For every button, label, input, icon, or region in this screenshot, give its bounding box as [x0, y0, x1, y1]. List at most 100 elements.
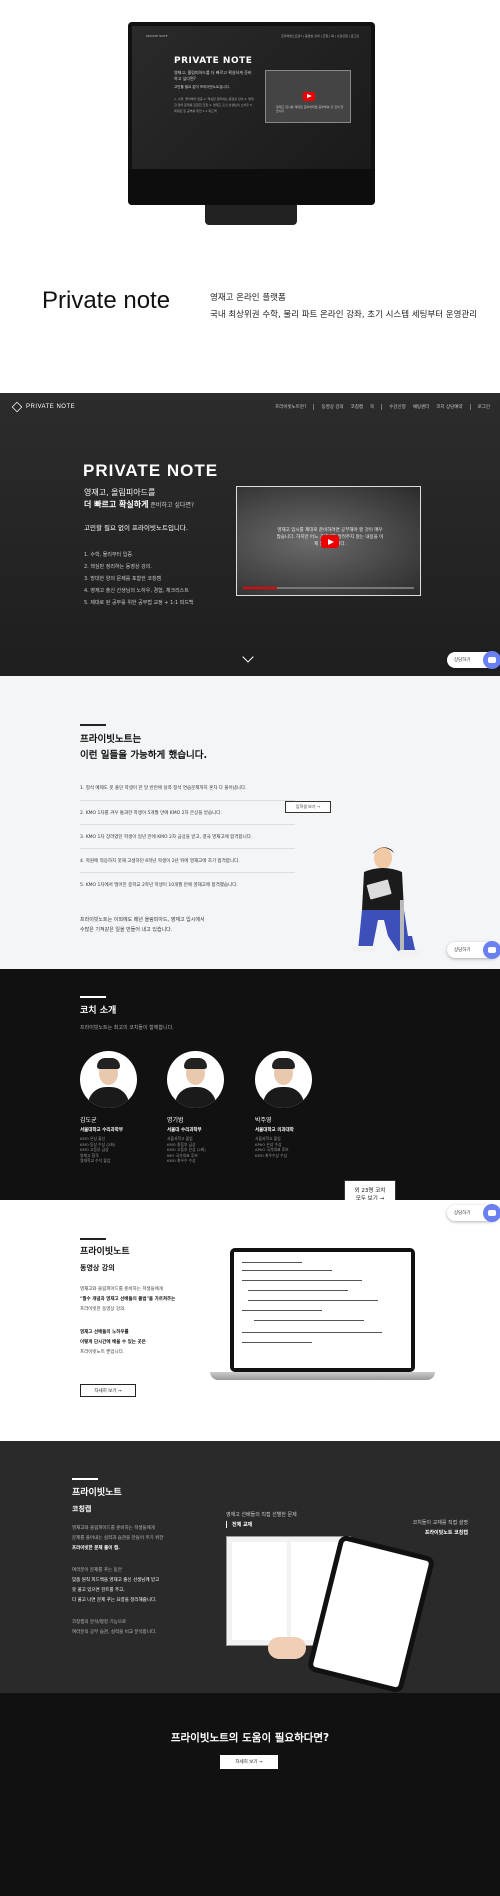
consult-label: 상담하기 [454, 948, 471, 953]
nav-divider [381, 404, 383, 410]
mini-video-caption: 영재고 입시를 제대로 준비하려면 공부해야 할 것이 많습니다 [276, 105, 344, 113]
coaching-desc: 코칭캡의 분석/평정 기능으로 [72, 1620, 127, 1625]
coaching-desc: 프라이빗한 문제 풀이 캡. [72, 1546, 120, 1551]
feature-label-strong: 전체 교재 [226, 1521, 252, 1528]
view-all-line-1: 외 23명 코치 [354, 1188, 386, 1194]
coach-name: 박주영 [255, 1117, 272, 1124]
list-item: 2. 핵심만 정리하는 동영상 강의. [84, 564, 152, 570]
achievements-title-2: 이런 일들을 가능하게 했습니다. [80, 750, 208, 761]
view-admissions-button[interactable]: 입학생 보기 → [285, 801, 331, 813]
monitor-stand [205, 205, 297, 225]
intro-title: Private note [42, 287, 171, 314]
coach-subtitle: 프라이빗노트는 최고의 코치들이 함께합니다. [80, 1025, 174, 1031]
achievements-title-1: 프라이빗노트는 [80, 734, 142, 745]
hero-tagline: 고민할 필요 없이 프라이빗노트입니다. [84, 524, 188, 532]
coach-school: 서울대학교 의과대학 [255, 1128, 294, 1133]
intro-line-1: 영재고 온라인 플랫폼 [210, 293, 286, 303]
video-progress-bar[interactable] [243, 587, 414, 589]
coach-name: 김도균 [80, 1117, 97, 1124]
lecture-whiteboard [234, 1252, 411, 1368]
achievements-list: 1. 정석 예제도 못 풀던 학생이 한 달 반만에 실력 정석 연습문제까지 … [80, 776, 295, 896]
chat-icon [483, 651, 500, 669]
consult-label: 상담하기 [454, 658, 471, 663]
play-icon[interactable] [321, 535, 339, 548]
monitor-chin [128, 169, 375, 205]
help-details-button[interactable]: 자세히 보기 → [220, 1755, 278, 1769]
nav-divider [313, 404, 315, 410]
feature-label: 코치들이 교재를 직접 설명 [412, 1520, 468, 1526]
hero-title: PRIVATE NOTE [83, 461, 219, 480]
chat-icon [483, 941, 500, 959]
nav-item-about[interactable]: 프라이빗노트란? [275, 404, 306, 410]
coach-card[interactable]: 명기범 서울대 수리과학부 서울과학고 졸업 KMO 중등부 금상 KMO 고등부 … [167, 1051, 247, 1164]
chevron-down-icon[interactable] [242, 651, 254, 663]
coach-name: 명기범 [167, 1117, 184, 1124]
play-icon [303, 92, 315, 101]
avatar [80, 1051, 137, 1108]
coaching-subtitle: 코칭캡 [72, 1505, 92, 1513]
coaching-desc: 다 풀고 나면 문제 푸는 요령을 정리해줍니다. [72, 1598, 157, 1603]
intro-section: Private note 영재고 온라인 플랫폼 국내 최상위권 수학, 물리 … [0, 245, 500, 393]
nav-item-coaching[interactable]: 코칭캠 [351, 404, 363, 410]
coach-title: 코치 소개 [80, 1006, 117, 1016]
lecture-desc: "필수 개념과 영재고 선배들의 풀법"을 가르쳐주는 [80, 1297, 176, 1302]
student-illustration [352, 847, 422, 956]
avatar [167, 1051, 224, 1108]
nav-item-lecture[interactable]: 동영상 강의 [321, 404, 343, 410]
nav-divider [469, 404, 471, 410]
laptop-mockup [210, 1248, 435, 1383]
coaching-desc: 여러분의 공부 습관, 실력을 비교 분석합니다. [72, 1630, 157, 1635]
consult-button[interactable]: 상담하기 [447, 941, 500, 959]
coach-credentials: 서울과학고 졸업 KPhO 은상 수상 APhO 국가대표 후보 KMO 최우수상 수… [255, 1136, 289, 1158]
mini-title: PRIVATE NOTE [174, 56, 253, 66]
consult-button[interactable]: 상담하기 [447, 651, 500, 669]
achievements-section: 프라이빗노트는 이런 일들을 가능하게 했습니다. 1. 정석 예제도 못 풀던… [0, 676, 500, 969]
coach-credentials: KMO 은상 출신 KMO 동상 수상 (2회) KMO 고등부 금상 영재고 합격 영… [80, 1136, 116, 1163]
mini-logo: PRIVATE NOTE [146, 34, 168, 38]
logo-text: PRIVATE NOTE [26, 404, 76, 410]
coaching-desc: 맞춤 원칙 피드백을 영재고 출신 선생님께 받고 [72, 1578, 160, 1583]
nav-item-login[interactable]: 로그인 [478, 404, 490, 410]
hero-subtitle-1: 영재고, 올림피아드를 [84, 488, 156, 497]
consult-button[interactable]: 상담하기 [447, 1204, 500, 1222]
hero-subtitle-strong: 더 빠르고 확실하게 [84, 500, 149, 509]
section-accent-bar [80, 724, 106, 726]
mini-sub: 영재고, 올림피아드를 더 빠르고 확실하게 준비하고 싶다면? [174, 70, 252, 81]
coaching-desc: 문제를 풀어내는 실력과 습관을 만들어 주기 위한 [72, 1536, 164, 1541]
mini-list: 1. 수학, 물리부터 입증 2. 핵심만 정리하는 동영상 강의 3. 방대한… [174, 97, 254, 113]
hero-video-player[interactable]: 영재고 입시를 제대로 준비하려면 공부해야 할 것이 매우 많습니다. 하지만… [236, 486, 421, 596]
monitor-mockup-section: PRIVATE NOTE 프라이빗노트란? | 동영상 강의 | 코칭 | 북 … [0, 0, 500, 245]
lecture-details-button[interactable]: 자세히 보기 → [80, 1384, 136, 1397]
list-item: 1. 수학, 물리부터 입증. [84, 552, 134, 558]
lecture-desc: 영재고와 올림피아드를 준비하는 학생들에게 [80, 1287, 163, 1292]
laptop-base [210, 1372, 435, 1380]
coach-card[interactable]: 박주영 서울대학교 의과대학 서울과학고 졸업 KPhO 은상 수상 APhO 국가… [255, 1051, 335, 1158]
hero-subtitle-small: 준비하고 싶다면? [148, 502, 195, 509]
avatar [255, 1051, 312, 1108]
monitor-mockup: PRIVATE NOTE 프라이빗노트란? | 동영상 강의 | 코칭 | 북 … [128, 22, 375, 205]
feature-label: 영재고 선배들의 직접 선별한 문제 [226, 1512, 297, 1518]
hero-section: PRIVATE NOTE 프라이빗노트란? 동영상 강의 코칭캠 북 수강신청 … [0, 393, 500, 676]
nav-item-enroll[interactable]: 수강신청 [389, 404, 406, 410]
achievements-footnote-1: 프라이빗노트는 이외에도 매년 올림피아드, 영재고 입시에서 [80, 917, 205, 923]
coach-school: 서울대 수리과학부 [167, 1128, 202, 1133]
chat-icon [483, 1204, 500, 1222]
section-accent-bar [80, 996, 106, 998]
help-cta-section: 프라이빗노트의 도움이 필요하다면? 자세히 보기 → [0, 1693, 500, 1896]
nav-item-book[interactable]: 북 [370, 404, 374, 410]
help-title: 프라이빗노트의 도움이 필요하다면? [170, 1732, 330, 1744]
nav-item-consult[interactable]: 코치 상담예약 [436, 404, 462, 410]
hand-with-pen-illustration [268, 1637, 306, 1659]
logo[interactable]: PRIVATE NOTE [11, 401, 76, 413]
coach-card[interactable]: 김도균 서울대학교 수리과학부 KMO 은상 출신 KMO 동상 수상 (2회) K… [80, 1051, 160, 1164]
list-item: 3. KMO 1차 장려였던 학생이 일년 만에 KMO 2차 금상을 받고, … [80, 824, 295, 848]
nav-item-chat[interactable]: 채팅센터 [413, 404, 430, 410]
achievements-footnote-2: 수많은 기적같은 일을 만들어 내고 있습니다. [80, 927, 173, 933]
intro-line-2: 국내 최상위권 수학, 물리 파트 온라인 강좌, 초기 시스템 세팅부터 운영… [210, 310, 478, 320]
section-accent-bar [72, 1478, 98, 1480]
lecture-subtitle: 동영상 강의 [80, 1264, 115, 1272]
list-item: 2. KMO 1차를 겨우 통과한 학생이 5개월 만에 KMO 2차 은상을 … [80, 800, 295, 824]
coach-credentials: 서울과학고 졸업 KMO 중등부 금상 KMO 고등부 은상 (2회) IMO 국가대… [167, 1136, 206, 1163]
coaching-title: 프라이빗노트 [72, 1488, 122, 1498]
list-item: 3. 방대한 양의 문제를 포함한 코칭캠 [84, 576, 162, 582]
